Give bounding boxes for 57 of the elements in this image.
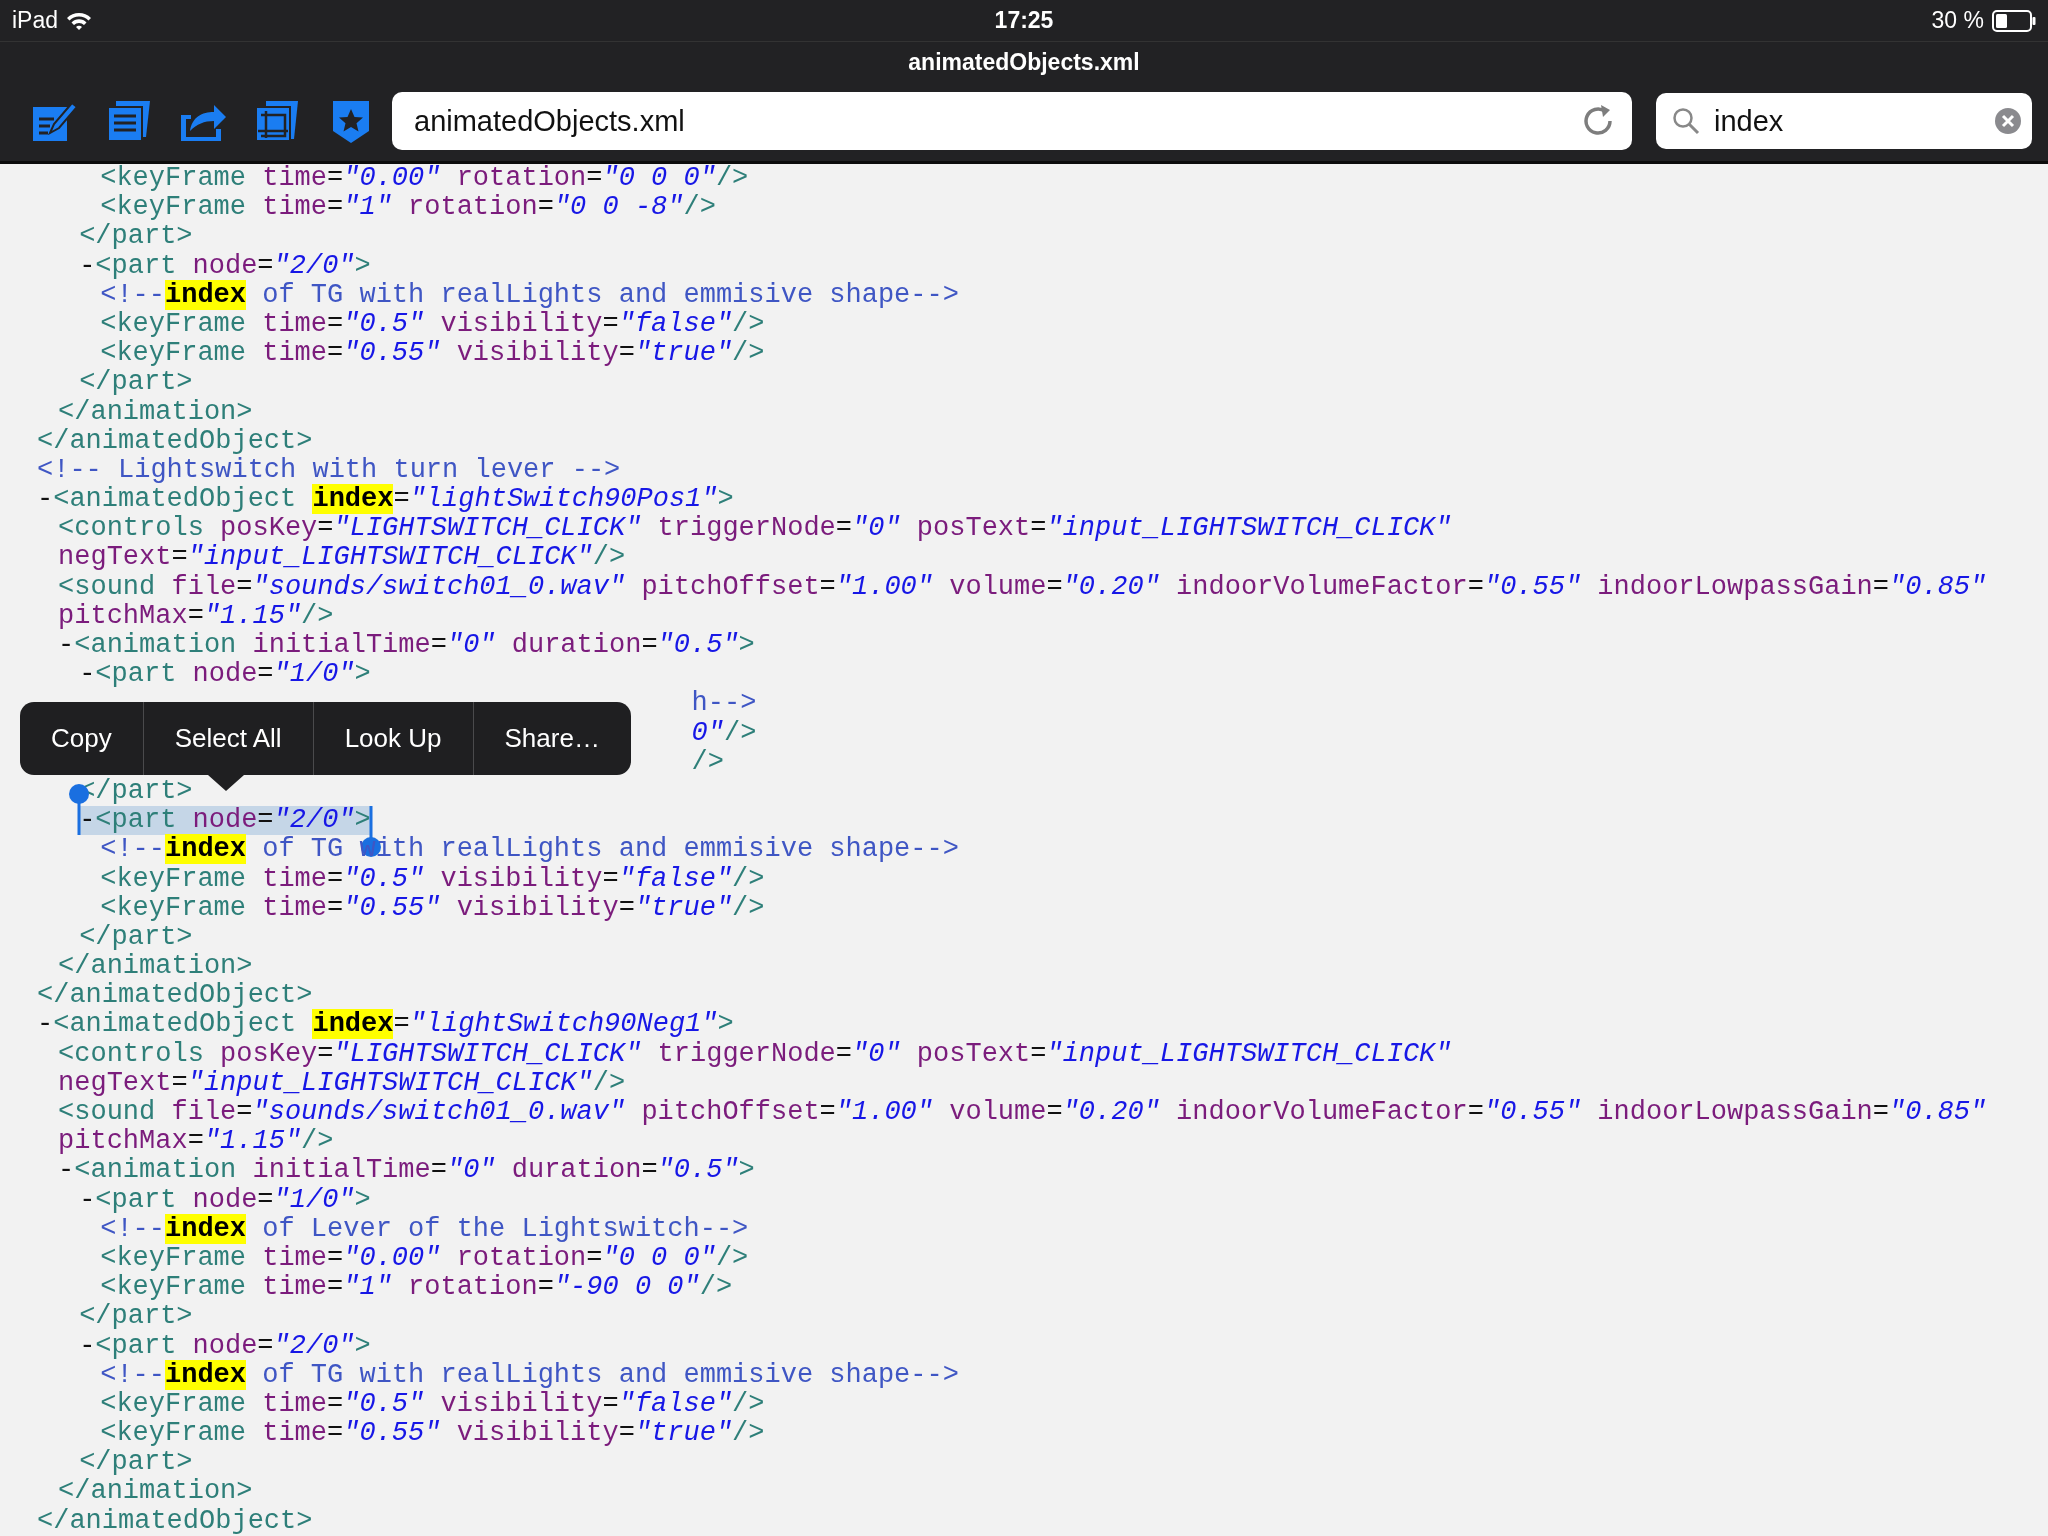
window-title: animatedObjects.xml bbox=[908, 47, 1140, 77]
menu-item[interactable]: Share… bbox=[472, 702, 631, 775]
code-line: <keyFrame time="0.00" rotation="0 0 0"/> bbox=[100, 164, 749, 194]
code-line: <keyFrame time="0.55" visibility="true"/> bbox=[100, 1419, 765, 1449]
code-line: <keyFrame time="0.00" rotation="0 0 0"/> bbox=[100, 1243, 749, 1274]
code-line: <keyFrame time="0.55" visibility="true"/> bbox=[100, 893, 765, 923]
status-time: 17:25 bbox=[994, 6, 1054, 36]
code-line: /> bbox=[691, 747, 724, 777]
battery-percent: 30 % bbox=[1931, 6, 1984, 36]
code-line: </animatedObject> bbox=[37, 1506, 313, 1536]
menu-item[interactable]: Copy bbox=[20, 702, 143, 775]
code-line: <!-- Lightswitch with turn lever --> bbox=[37, 455, 621, 486]
code-line: </animation> bbox=[58, 1477, 253, 1507]
wifi-icon bbox=[66, 10, 93, 31]
code-line: <keyFrame time="0.5" visibility="false"/> bbox=[100, 1389, 765, 1420]
code-line: </part> bbox=[79, 922, 193, 953]
code-line: -<animatedObject index="lightSwitch90Neg1"> bbox=[37, 1010, 734, 1040]
code-line: -<part node="2/0"> bbox=[79, 1331, 371, 1361]
code-line: <keyFrame time="1" rotation="0 0 -8"/> bbox=[100, 193, 716, 223]
code-line: 0"/> bbox=[691, 718, 757, 748]
code-line: <keyFrame time="0.55" visibility="true"/> bbox=[100, 339, 765, 369]
code-line: </part> bbox=[79, 1448, 193, 1478]
code-line: </animation> bbox=[58, 397, 253, 427]
code-line: -<animation initialTime="0" duration="0.5"> bbox=[58, 631, 755, 661]
code-line: negText="input_LIGHTSWITCH_CLICK"/> bbox=[58, 543, 626, 573]
code-line: </part> bbox=[79, 1302, 193, 1332]
battery-icon bbox=[1992, 9, 2036, 32]
menu-item[interactable]: Look Up bbox=[312, 702, 473, 775]
code-line: </part> bbox=[79, 368, 193, 398]
code-line: </part> bbox=[79, 222, 193, 252]
code-line: </animatedObject> bbox=[37, 981, 313, 1011]
code-line: h--> bbox=[691, 689, 757, 719]
code-line: <keyFrame time="0.5" visibility="false"/> bbox=[100, 309, 765, 340]
code-line: <!--index of TG with realLights and emmisive shape--> bbox=[100, 1360, 959, 1390]
code-line: <!--index of TG with realLights and emmisive shape--> bbox=[100, 280, 959, 310]
clear-icon[interactable] bbox=[1994, 107, 2022, 135]
code-line: -<animatedObject index="lightSwitch90Pos1"> bbox=[37, 485, 734, 515]
code-line: negText="input_LIGHTSWITCH_CLICK"/> bbox=[58, 1068, 626, 1098]
code-line: <controls posKey="LIGHTSWITCH_CLICK" triggerNode="0" posText="input_LIGHTSWITCH_CLICK" bbox=[58, 1039, 1452, 1069]
code-line: <!--index of Lever of the Lightswitch--> bbox=[100, 1214, 749, 1244]
code-line: -<part node="2/0"> bbox=[79, 251, 371, 281]
code-line: </animation> bbox=[58, 952, 253, 982]
code-line: <keyFrame time="1" rotation="-90 0 0"/> bbox=[100, 1273, 733, 1303]
search-field[interactable]: index bbox=[1656, 93, 2032, 149]
code-line: <keyFrame time="0.5" visibility="false"/> bbox=[100, 864, 765, 894]
search-icon bbox=[1672, 107, 1700, 135]
code-line: -<part node="1/0"> bbox=[79, 1185, 371, 1215]
code-line: <sound file="sounds/switch01_0.wav" pitchOffset="1.00" volume="0.20" indoorVolumeFactor="0.55" indoorLowpassGain="0.85" bbox=[58, 1098, 1987, 1128]
code-line: <controls posKey="LIGHTSWITCH_CLICK" triggerNode="0" posText="input_LIGHTSWITCH_CLICK" bbox=[58, 514, 1452, 544]
code-line: </animatedObject> bbox=[37, 426, 313, 456]
code-line: pitchMax="1.15"/> bbox=[58, 1127, 334, 1157]
code-line: <sound file="sounds/switch01_0.wav" pitchOffset="1.00" volume="0.20" indoorVolumeFactor="0.55" indoorLowpassGain="0.85" bbox=[58, 572, 1987, 602]
device-name: iPad bbox=[12, 6, 59, 36]
code-line: pitchMax="1.15"/> bbox=[58, 601, 334, 631]
code-line: -<animation initialTime="0" duration="0.5"> bbox=[58, 1156, 755, 1186]
code-line: -<part node="1/0"> bbox=[79, 660, 371, 690]
address-field[interactable]: animatedObjects.xml bbox=[392, 92, 1632, 150]
